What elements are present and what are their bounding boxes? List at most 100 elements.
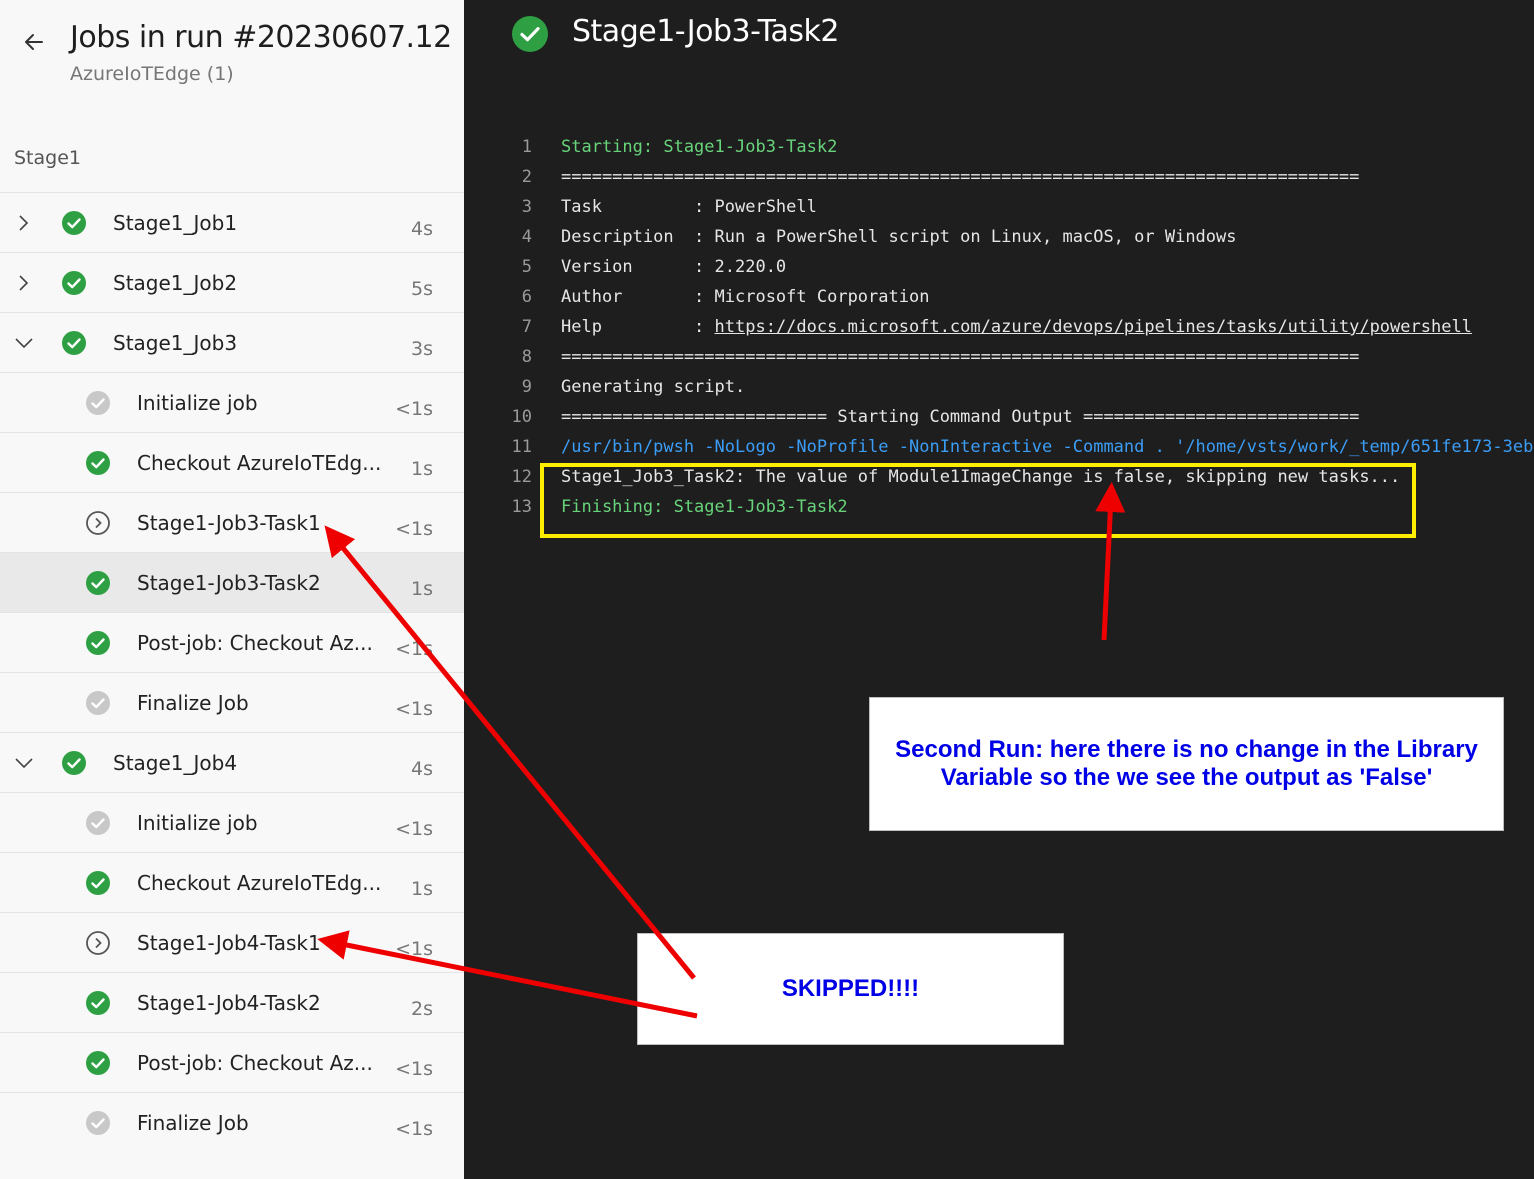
task-row-finalize-job[interactable]: Finalize Job <1s xyxy=(0,672,464,732)
task-duration: 1s xyxy=(411,458,433,480)
task-duration: <1s xyxy=(395,1118,433,1140)
task-label: Finalize Job xyxy=(137,691,249,715)
log-line: 7 Help : https://docs.microsoft.com/azure… xyxy=(464,312,1534,342)
task-duration: <1s xyxy=(395,698,433,720)
skipped-icon xyxy=(85,510,111,536)
success-check-icon xyxy=(85,450,111,476)
jobs-sidebar: Jobs in run #20230607.12 AzureIoTEdge (1… xyxy=(0,0,464,1179)
log-line: 2 =======================================… xyxy=(464,162,1534,192)
line-number: 10 xyxy=(511,407,532,427)
task-row-stage1-job3-task2[interactable]: Stage1-Job3-Task2 1s xyxy=(0,552,464,612)
log-line: 8 =======================================… xyxy=(464,342,1534,372)
chevron-right-icon[interactable] xyxy=(14,273,34,293)
job-duration: 4s xyxy=(411,218,433,240)
log-text: Starting: Stage1-Job3-Task2 xyxy=(561,137,838,157)
page-title: Jobs in run #20230607.12 xyxy=(70,20,452,55)
job-label: Stage1_Job3 xyxy=(113,331,238,355)
task-duration: <1s xyxy=(395,938,433,960)
task-row-stage1-job3-task1[interactable]: Stage1-Job3-Task1 <1s xyxy=(0,492,464,552)
success-check-icon xyxy=(85,990,111,1016)
task-label: Stage1-Job4-Task1 xyxy=(137,931,321,955)
chevron-down-icon[interactable] xyxy=(14,333,34,353)
task-row-checkout[interactable]: Checkout AzureIoTEdg... 1s xyxy=(0,432,464,492)
log-line: 11/usr/bin/pwsh -NoLogo -NoProfile -NonI… xyxy=(464,432,1534,462)
line-number: 7 xyxy=(521,317,532,337)
job-duration: 5s xyxy=(411,278,433,300)
job-duration: 3s xyxy=(411,338,433,360)
job-row-stage1-job2[interactable]: Stage1_Job2 5s xyxy=(0,252,464,312)
success-check-icon xyxy=(85,870,111,896)
line-number: 1 xyxy=(521,137,532,157)
job-row-stage1-job4[interactable]: Stage1_Job4 4s xyxy=(0,732,464,792)
annotation-second-run: Second Run: here there is no change in t… xyxy=(869,697,1504,831)
line-number: 6 xyxy=(521,287,532,307)
chevron-right-icon[interactable] xyxy=(14,213,34,233)
task-label: Finalize Job xyxy=(137,1111,249,1135)
line-number: 8 xyxy=(521,347,532,367)
task-row-finalize-job[interactable]: Finalize Job <1s xyxy=(0,1092,464,1152)
task-row-initialize-job[interactable]: Initialize job <1s xyxy=(0,792,464,852)
task-label: Checkout AzureIoTEdg... xyxy=(137,871,382,895)
log-line: 5 Version : 2.220.0 xyxy=(464,252,1534,282)
task-row-checkout[interactable]: Checkout AzureIoTEdg... 1s xyxy=(0,852,464,912)
task-label: Post-job: Checkout Az... xyxy=(137,631,373,655)
job-label: Stage1_Job1 xyxy=(113,211,238,235)
log-line: 4 Description : Run a PowerShell script o… xyxy=(464,222,1534,252)
task-label: Checkout AzureIoTEdg... xyxy=(137,451,382,475)
line-number: 11 xyxy=(511,437,532,457)
line-number: 13 xyxy=(511,497,532,517)
task-duration: 2s xyxy=(411,998,433,1020)
job-row-stage1-job3[interactable]: Stage1_Job3 3s xyxy=(0,312,464,372)
task-row-stage1-job4-task1[interactable]: Stage1-Job4-Task1 <1s xyxy=(0,912,464,972)
log-text: Version : 2.220.0 xyxy=(561,257,787,277)
task-row-post-job-checkout[interactable]: Post-job: Checkout Az... <1s xyxy=(0,612,464,672)
success-check-icon xyxy=(85,570,111,596)
log-text: /usr/bin/pwsh -NoLogo -NoProfile -NonInt… xyxy=(561,437,1534,457)
task-duration: <1s xyxy=(395,398,433,420)
job-list: Stage1_Job1 4s Stage1_Job2 5s Stage1_Job… xyxy=(0,192,464,1152)
success-check-icon xyxy=(85,1050,111,1076)
success-check-icon xyxy=(61,330,87,356)
log-text: Help : https://docs.microsoft.com/azure/… xyxy=(561,312,1472,342)
stage-label: Stage1 xyxy=(14,147,81,169)
log-text: ========================================… xyxy=(561,347,1360,367)
log-text: ========================== Starting Comm… xyxy=(561,407,1360,427)
task-duration: <1s xyxy=(395,518,433,540)
task-label: Post-job: Checkout Az... xyxy=(137,1051,373,1075)
task-row-initialize-job[interactable]: Initialize job <1s xyxy=(0,372,464,432)
job-row-stage1-job1[interactable]: Stage1_Job1 4s xyxy=(0,192,464,252)
help-link[interactable]: https://docs.microsoft.com/azure/devops/… xyxy=(715,317,1472,337)
back-arrow-icon[interactable] xyxy=(18,26,50,58)
task-label: Initialize job xyxy=(137,811,258,835)
log-line: 10 ========================== Starting Co… xyxy=(464,402,1534,432)
line-number: 3 xyxy=(521,197,532,217)
task-row-post-job-checkout[interactable]: Post-job: Checkout Az... <1s xyxy=(0,1032,464,1092)
line-number: 2 xyxy=(521,167,532,187)
line-number: 9 xyxy=(521,377,532,397)
success-check-icon xyxy=(61,270,87,296)
task-row-stage1-job4-task2[interactable]: Stage1-Job4-Task2 2s xyxy=(0,972,464,1032)
skipped-icon xyxy=(85,930,111,956)
muted-check-icon xyxy=(85,810,111,836)
chevron-down-icon[interactable] xyxy=(14,753,34,773)
job-label: Stage1_Job4 xyxy=(113,751,238,775)
highlight-box xyxy=(540,463,1416,538)
log-text: Generating script. xyxy=(561,377,746,397)
job-duration: 4s xyxy=(411,758,433,780)
task-label: Stage1-Job3-Task1 xyxy=(137,511,321,535)
line-number: 12 xyxy=(511,467,532,487)
job-label: Stage1_Job2 xyxy=(113,271,238,295)
task-duration: <1s xyxy=(395,638,433,660)
task-duration: <1s xyxy=(395,818,433,840)
task-label: Stage1-Job3-Task2 xyxy=(137,571,321,595)
pipeline-name: AzureIoTEdge (1) xyxy=(70,63,234,85)
task-duration: <1s xyxy=(395,1058,433,1080)
success-check-icon xyxy=(61,750,87,776)
task-title: Stage1-Job3-Task2 xyxy=(572,14,840,49)
line-number: 4 xyxy=(521,227,532,247)
muted-check-icon xyxy=(85,1110,111,1136)
log-text: Description : Run a PowerShell script on… xyxy=(561,227,1237,247)
log-line: 9 Generating script. xyxy=(464,372,1534,402)
success-check-icon xyxy=(61,210,87,236)
log-line: 1 Starting: Stage1-Job3-Task2 xyxy=(464,132,1534,162)
